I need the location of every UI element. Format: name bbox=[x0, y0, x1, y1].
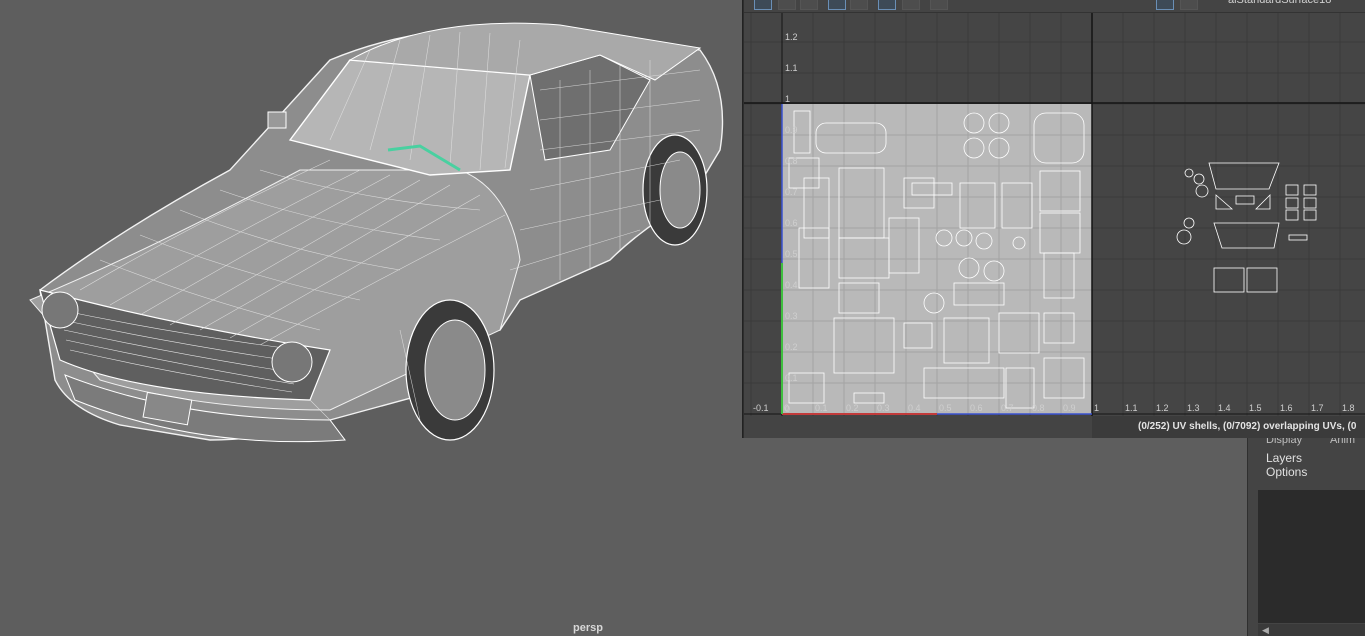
v-tick-label: 0.7 bbox=[785, 187, 798, 197]
car-wireframe-model[interactable] bbox=[0, 0, 745, 636]
u-tick-label: 0.9 bbox=[1063, 403, 1076, 413]
u-tick-label: 0.3 bbox=[877, 403, 890, 413]
uv-editor-window[interactable]: aiStandardSurface18 -0.1 0 0.1 0.2 0.3 0… bbox=[743, 0, 1365, 438]
menu-options[interactable]: Options bbox=[1266, 465, 1307, 479]
uv-toolbar-button[interactable] bbox=[754, 0, 772, 10]
u-tick-label: -0.1 bbox=[753, 403, 769, 413]
uv-toolbar-button[interactable] bbox=[902, 0, 920, 10]
uv-toolbar-button[interactable] bbox=[800, 0, 818, 10]
uv-toolbar-button[interactable] bbox=[828, 0, 846, 10]
u-tick-label: 0.7 bbox=[1001, 403, 1014, 413]
layer-list[interactable] bbox=[1258, 490, 1365, 623]
tab-anim[interactable]: Anim bbox=[1330, 438, 1355, 446]
u-tick-label: 0.4 bbox=[908, 403, 921, 413]
uv-toolbar-button[interactable] bbox=[850, 0, 868, 10]
scroll-left-icon[interactable]: ◀ bbox=[1262, 625, 1269, 636]
layer-menu: Layers Options bbox=[1266, 451, 1365, 479]
uv-status-bar: (0/252) UV shells, (0/7092) overlapping … bbox=[1092, 416, 1365, 438]
side-panel-tabs: Display Anim bbox=[1248, 438, 1365, 448]
menu-layers[interactable]: Layers bbox=[1266, 451, 1302, 465]
u-tick-label: 1.5 bbox=[1249, 403, 1262, 413]
uv-toolbar-button[interactable] bbox=[778, 0, 796, 10]
v-tick-label: 0.3 bbox=[785, 311, 798, 321]
v-tick-label: 1.1 bbox=[785, 63, 798, 73]
u-tick-label: 1.6 bbox=[1280, 403, 1293, 413]
v-tick-label: 0.6 bbox=[785, 218, 798, 228]
tab-display[interactable]: Display bbox=[1266, 438, 1302, 446]
uv-toolbar-button[interactable] bbox=[878, 0, 896, 10]
v-tick-label: 0.9 bbox=[785, 125, 798, 135]
horizontal-scrollbar[interactable]: ◀ bbox=[1258, 624, 1365, 636]
u-tick-label: 1.4 bbox=[1218, 403, 1231, 413]
v-tick-label: 0.5 bbox=[785, 249, 798, 259]
v-tick-label: 0.4 bbox=[785, 280, 798, 290]
u-tick-label: 1.7 bbox=[1311, 403, 1324, 413]
v-tick-label: 0.8 bbox=[785, 156, 798, 166]
v-tick-label: 1 bbox=[785, 94, 790, 104]
u-tick-label: 0.5 bbox=[939, 403, 952, 413]
checker-icon[interactable] bbox=[1180, 0, 1198, 10]
v-tick-label: 0 bbox=[785, 404, 790, 414]
v-tick-label: 1.2 bbox=[785, 32, 798, 42]
v-tick-label: 0.2 bbox=[785, 342, 798, 352]
u-tick-label: 1 bbox=[1094, 403, 1099, 413]
u-tick-label: 1.1 bbox=[1125, 403, 1138, 413]
u-tick-label: 1.2 bbox=[1156, 403, 1169, 413]
u-tick-label: 0.1 bbox=[815, 403, 828, 413]
uv-canvas[interactable]: -0.1 0 0.1 0.2 0.3 0.4 0.5 0.6 0.7 0.8 0.9 1 1.1 1.2 1… bbox=[744, 13, 1365, 416]
u-tick-label: 0.8 bbox=[1032, 403, 1045, 413]
shader-name: aiStandardSurface18 bbox=[1228, 0, 1332, 6]
u-tick-label: 0.6 bbox=[970, 403, 983, 413]
u-tick-label: 1.8 bbox=[1342, 403, 1355, 413]
uv-toolbar: aiStandardSurface18 bbox=[744, 0, 1365, 13]
uv-toolbar-button[interactable] bbox=[1156, 0, 1174, 10]
u-tick-label: 1.3 bbox=[1187, 403, 1200, 413]
channel-box-panel: Display Anim Layers Options ◀ bbox=[1247, 438, 1365, 636]
uv-toolbar-button[interactable] bbox=[930, 0, 948, 10]
u-tick-label: 0.2 bbox=[846, 403, 859, 413]
camera-label: persp bbox=[573, 622, 603, 634]
v-tick-label: 0.1 bbox=[785, 373, 798, 383]
